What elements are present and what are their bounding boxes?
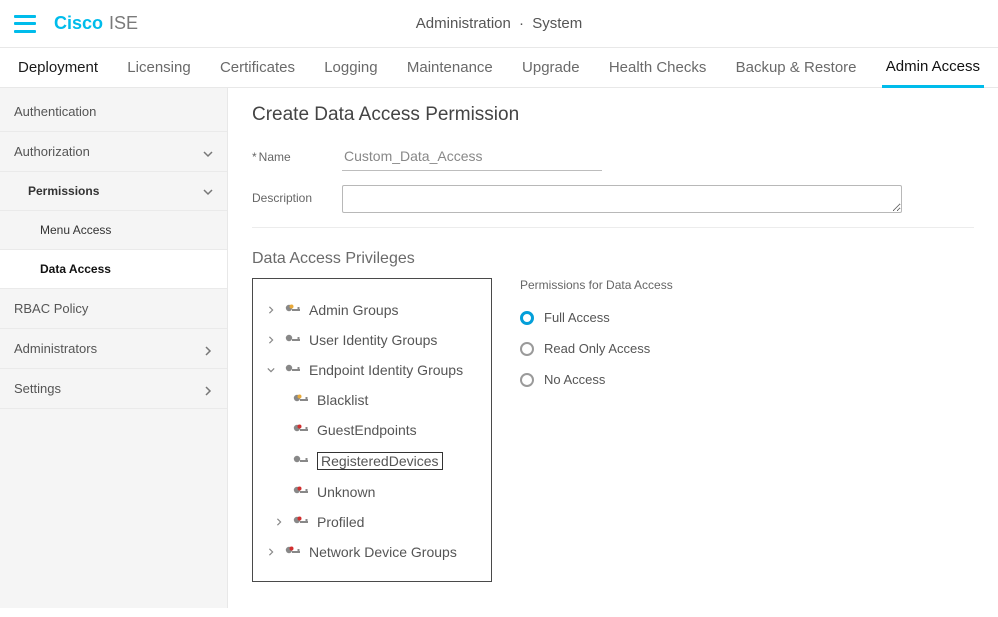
privilege-tree: Admin Groups User Identity Groups — [252, 278, 492, 582]
sidebar-menu-access[interactable]: Menu Access — [0, 211, 227, 250]
divider — [252, 227, 974, 228]
radio-icon — [520, 373, 534, 387]
sidebar-authentication[interactable]: Authentication — [0, 92, 227, 132]
tab-backup-restore[interactable]: Backup & Restore — [732, 48, 861, 88]
tree-network-device-groups[interactable]: Network Device Groups — [261, 537, 483, 567]
radio-icon — [520, 342, 534, 356]
main-panel: Create Data Access Permission *Name Desc… — [228, 88, 998, 608]
tree-label: Endpoint Identity Groups — [309, 362, 463, 378]
sidebar: Authentication Authorization Permissions… — [0, 88, 228, 608]
breadcrumb: Administration · System — [0, 15, 998, 32]
sidebar-item-label: Permissions — [28, 184, 99, 198]
chevron-right-icon — [203, 384, 213, 394]
top-header: Cisco ISE Administration · System — [0, 0, 998, 48]
chevron-right-icon — [265, 548, 277, 556]
name-label: *Name — [252, 144, 342, 164]
tree-label: User Identity Groups — [309, 332, 437, 348]
tab-logging[interactable]: Logging — [320, 48, 381, 88]
radio-label: Read Only Access — [544, 341, 650, 356]
permissions-header: Permissions for Data Access — [520, 278, 673, 292]
tree-user-identity-groups[interactable]: User Identity Groups — [261, 325, 483, 355]
tab-admin-access[interactable]: Admin Access — [882, 48, 984, 88]
tree-label: Profiled — [317, 514, 364, 530]
tree-endpoint-identity-groups[interactable]: Endpoint Identity Groups — [261, 355, 483, 385]
key-icon — [285, 333, 301, 347]
sidebar-settings[interactable]: Settings — [0, 369, 227, 409]
description-input[interactable] — [342, 185, 902, 213]
chevron-right-icon — [265, 306, 277, 314]
page-title: Create Data Access Permission — [252, 104, 974, 126]
breadcrumb-separator: · — [519, 15, 524, 32]
tab-deployment[interactable]: Deployment — [14, 48, 102, 88]
sidebar-authorization[interactable]: Authorization — [0, 132, 227, 172]
group-red-icon — [293, 423, 309, 437]
tab-licensing[interactable]: Licensing — [123, 48, 194, 88]
tree-blacklist[interactable]: Blacklist — [261, 385, 483, 415]
breadcrumb-section: Administration — [416, 15, 511, 32]
tree-label: GuestEndpoints — [317, 422, 417, 438]
sidebar-permissions[interactable]: Permissions — [0, 172, 227, 211]
tab-certificates[interactable]: Certificates — [216, 48, 299, 88]
privileges-title: Data Access Privileges — [252, 250, 974, 268]
sidebar-item-label: Settings — [14, 381, 61, 396]
sidebar-administrators[interactable]: Administrators — [0, 329, 227, 369]
permission-radios: Permissions for Data Access Full Access … — [520, 278, 673, 403]
tree-label: Network Device Groups — [309, 544, 457, 560]
tree-admin-groups[interactable]: Admin Groups — [261, 295, 483, 325]
chevron-right-icon — [265, 336, 277, 344]
radio-read-only[interactable]: Read Only Access — [520, 341, 673, 356]
chevron-down-icon — [203, 186, 213, 196]
group-red-icon — [293, 515, 309, 529]
tree-unknown[interactable]: Unknown — [261, 477, 483, 507]
brand-ise: ISE — [109, 13, 138, 34]
tab-maintenance[interactable]: Maintenance — [403, 48, 497, 88]
radio-no-access[interactable]: No Access — [520, 372, 673, 387]
tab-health-checks[interactable]: Health Checks — [605, 48, 711, 88]
name-input[interactable] — [342, 144, 602, 171]
sidebar-item-label: Data Access — [40, 262, 111, 276]
chevron-right-icon — [273, 518, 285, 526]
group-lock-icon — [285, 303, 301, 317]
sidebar-item-label: Authentication — [14, 104, 96, 119]
sidebar-rbac-policy[interactable]: RBAC Policy — [0, 289, 227, 329]
tree-guest-endpoints[interactable]: GuestEndpoints — [261, 415, 483, 445]
brand[interactable]: Cisco ISE — [54, 13, 138, 34]
chevron-down-icon — [203, 147, 213, 157]
tree-profiled[interactable]: Profiled — [261, 507, 483, 537]
tab-upgrade[interactable]: Upgrade — [518, 48, 584, 88]
radio-label: Full Access — [544, 310, 610, 325]
sidebar-item-label: RBAC Policy — [14, 301, 88, 316]
sidebar-data-access[interactable]: Data Access — [0, 250, 227, 289]
description-label: Description — [252, 185, 342, 205]
chevron-right-icon — [203, 344, 213, 354]
chevron-down-icon — [265, 366, 277, 374]
group-red-icon — [293, 485, 309, 499]
tree-label: Unknown — [317, 484, 375, 500]
radio-full-access[interactable]: Full Access — [520, 310, 673, 325]
tree-label: Blacklist — [317, 392, 368, 408]
sidebar-item-label: Administrators — [14, 341, 97, 356]
tree-label: RegisteredDevices — [317, 452, 443, 470]
radio-icon — [520, 311, 534, 325]
brand-cisco: Cisco — [54, 13, 103, 34]
tree-registered-devices[interactable]: RegisteredDevices — [261, 445, 483, 477]
breadcrumb-page: System — [532, 15, 582, 32]
radio-label: No Access — [544, 372, 605, 387]
menu-icon[interactable] — [14, 15, 36, 33]
tree-label: Admin Groups — [309, 302, 398, 318]
sidebar-item-label: Menu Access — [40, 223, 111, 237]
group-lock-icon — [293, 393, 309, 407]
group-red-icon — [285, 545, 301, 559]
tabs: Deployment Licensing Certificates Loggin… — [0, 48, 998, 88]
key-icon — [285, 363, 301, 377]
key-icon — [293, 454, 309, 468]
sidebar-item-label: Authorization — [14, 144, 90, 159]
